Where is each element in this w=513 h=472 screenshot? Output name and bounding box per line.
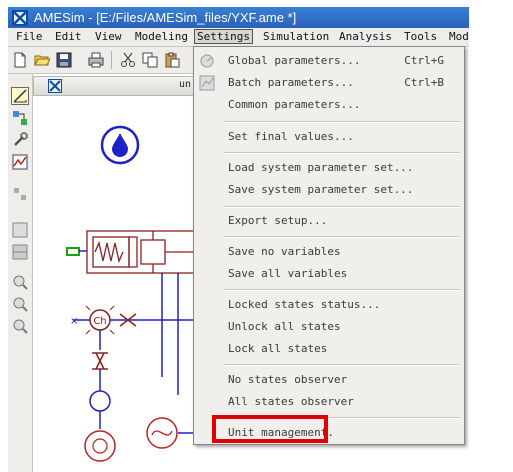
document-icon — [48, 79, 62, 93]
document-tab-label: un — [179, 79, 192, 90]
shortcut-batch-parameters: Ctrl+B — [404, 76, 444, 89]
menu-modules[interactable]: Mod — [449, 30, 469, 43]
menu-item-save-all-variables[interactable]: Save all variables — [228, 267, 347, 280]
new-file-icon[interactable] — [12, 52, 28, 68]
menu-item-batch-parameters[interactable]: Batch parameters... — [228, 76, 354, 89]
chamber-label: Ch — [93, 316, 106, 327]
zoom-in-icon[interactable] — [12, 274, 28, 290]
layout-icon[interactable] — [12, 244, 28, 260]
save-icon[interactable] — [56, 52, 72, 68]
copy-icon[interactable] — [142, 52, 158, 68]
menu-item-set-final-values[interactable]: Set final values... — [228, 130, 354, 143]
paste-icon[interactable] — [164, 52, 180, 68]
menu-modeling[interactable]: Modeling — [135, 30, 188, 43]
menu-view[interactable]: View — [95, 30, 122, 43]
chamber-component: Ch — [85, 305, 115, 335]
title-bar: AMESim - [E:/Files/AMESim_files/YXF.ame … — [8, 7, 469, 28]
menu-separator — [224, 364, 460, 366]
simulation-mode-icon[interactable] — [12, 154, 28, 170]
menu-item-export-setup[interactable]: Export setup... — [228, 214, 327, 227]
zoom-fit-icon[interactable] — [12, 318, 28, 334]
left-toolbar — [8, 74, 33, 472]
menu-analysis[interactable]: Analysis — [339, 30, 392, 43]
submodel-mode-icon[interactable] — [12, 110, 28, 126]
menu-bar: File Edit View Modeling Settings Simulat… — [8, 28, 469, 47]
cylinder-assembly — [86, 230, 195, 274]
svg-text:×: × — [70, 316, 78, 327]
menu-separator — [224, 236, 460, 238]
menu-item-save-system-parameter-set[interactable]: Save system parameter set... — [228, 183, 413, 196]
menu-separator — [224, 206, 460, 208]
menu-item-locked-states-status[interactable]: Locked states status... — [228, 298, 380, 311]
sketch-mode-icon[interactable] — [11, 87, 29, 105]
open-folder-icon[interactable] — [34, 52, 50, 68]
parameter-mode-icon[interactable] — [12, 132, 28, 148]
menu-tools[interactable]: Tools — [404, 30, 437, 43]
main-toolbar — [8, 47, 198, 74]
menu-item-lock-all-states[interactable]: Lock all states — [228, 342, 327, 355]
grid-icon[interactable] — [12, 222, 28, 238]
green-port-icon — [66, 247, 80, 256]
batch-parameters-icon — [199, 75, 215, 91]
align-icon[interactable] — [12, 186, 28, 202]
menu-separator — [224, 121, 460, 123]
toolbar-divider — [111, 51, 112, 69]
menu-separator — [224, 152, 460, 154]
menu-item-global-parameters[interactable]: Global parameters... — [228, 54, 360, 67]
menu-file[interactable]: File — [16, 30, 43, 43]
window-right-edge — [469, 7, 513, 472]
menu-item-common-parameters[interactable]: Common parameters... — [228, 98, 360, 111]
menu-item-unlock-all-states[interactable]: Unlock all states — [228, 320, 341, 333]
cut-icon[interactable] — [120, 52, 136, 68]
menu-separator — [224, 289, 460, 291]
settings-dropdown-menu: Global parameters... Ctrl+G Batch parame… — [193, 46, 465, 445]
menu-settings[interactable]: Settings — [194, 29, 253, 44]
menu-edit[interactable]: Edit — [55, 30, 82, 43]
menu-item-all-states-observer[interactable]: All states observer — [228, 395, 354, 408]
window-title: AMESim - [E:/Files/AMESim_files/YXF.ame … — [34, 10, 297, 25]
menu-simulation[interactable]: Simulation — [263, 30, 329, 43]
menu-item-load-system-parameter-set[interactable]: Load system parameter set... — [228, 161, 413, 174]
menu-item-save-no-variables[interactable]: Save no variables — [228, 245, 341, 258]
amesim-app-icon — [12, 10, 28, 26]
global-parameters-icon — [199, 53, 215, 69]
print-icon[interactable] — [88, 52, 104, 68]
document-tab[interactable]: un — [33, 76, 195, 96]
hydraulic-diagram: Ch × — [66, 125, 195, 462]
menu-item-no-states-observer[interactable]: No states observer — [228, 373, 347, 386]
hydraulic-source-icon — [100, 125, 140, 165]
zoom-out-icon[interactable] — [12, 296, 28, 312]
shortcut-global-parameters: Ctrl+G — [404, 54, 444, 67]
highlight-box — [212, 415, 328, 443]
